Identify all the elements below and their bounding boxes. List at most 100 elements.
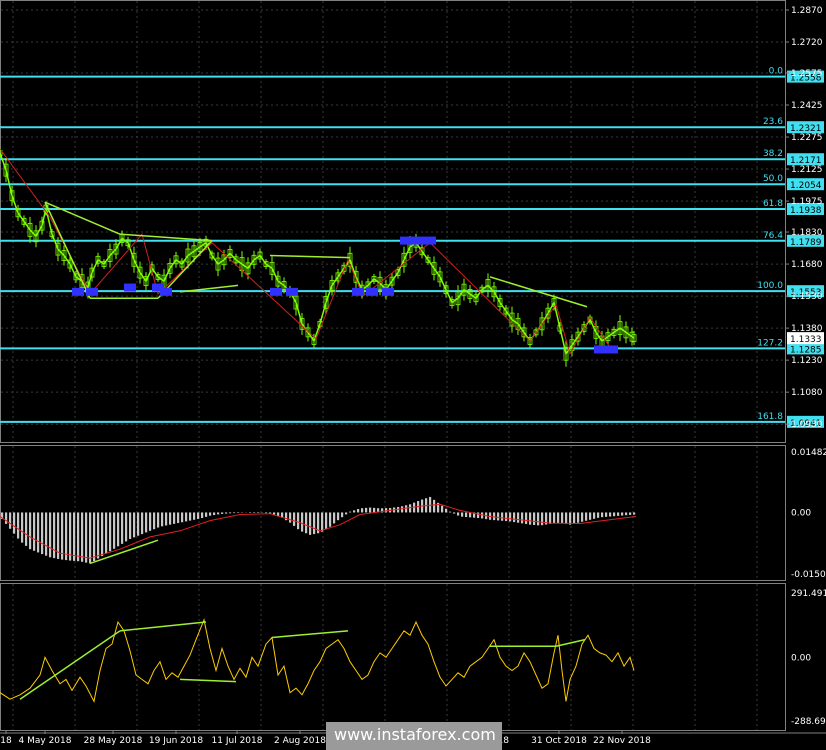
- macd-histogram-bar: [265, 512, 268, 514]
- macd-histogram-bar: [77, 512, 80, 562]
- macd-histogram-bar: [225, 512, 228, 514]
- macd-histogram-bar: [13, 512, 16, 534]
- macd-histogram-bar: [605, 512, 608, 517]
- macd-histogram-bar: [445, 508, 448, 513]
- macd-histogram-bar: [365, 507, 368, 513]
- macd-histogram-bar: [325, 512, 328, 530]
- fib-level-label: 100.0: [757, 281, 783, 291]
- cci-tick-label: 0.00: [791, 653, 811, 663]
- fib-price-label: 1.1789: [790, 238, 822, 248]
- level-marker: [160, 287, 172, 296]
- macd-histogram-bar: [333, 512, 336, 524]
- macd-histogram-bar: [45, 512, 48, 556]
- macd-histogram-bar: [337, 512, 340, 521]
- x-tick-label: 22 Nov 2018: [593, 736, 651, 746]
- macd-histogram-bar: [301, 512, 304, 532]
- cci-tick-label: 291.4917: [791, 589, 826, 599]
- macd-histogram-bar: [369, 507, 372, 513]
- macd-histogram-bar: [477, 512, 480, 518]
- macd-histogram-bar: [405, 505, 408, 513]
- macd-histogram-bar: [501, 512, 504, 521]
- macd-histogram-bar: [565, 512, 568, 525]
- macd-histogram-bar: [213, 512, 216, 516]
- macd-histogram-bar: [25, 512, 28, 546]
- macd-histogram-bar: [589, 512, 592, 520]
- macd-histogram-bar: [61, 512, 64, 560]
- macd-histogram-bar: [557, 512, 560, 524]
- macd-histogram-bar: [453, 512, 456, 514]
- cci-tick-label: -288.693: [791, 717, 826, 727]
- macd-histogram-bar: [197, 512, 200, 519]
- macd-histogram-bar: [105, 512, 108, 554]
- macd-histogram-bar: [593, 512, 596, 519]
- macd-histogram-bar: [357, 509, 360, 513]
- price-tick-label: 1.1975: [791, 197, 823, 207]
- fib-level-label: 0.0: [769, 67, 784, 77]
- macd-histogram-bar: [153, 512, 156, 530]
- fib-level-label: 61.8: [763, 199, 783, 209]
- fib-level-label: 38.2: [763, 149, 783, 159]
- macd-histogram-bar: [441, 505, 444, 513]
- level-marker: [352, 287, 364, 296]
- macd-histogram-bar: [89, 512, 92, 564]
- macd-histogram-bar: [361, 508, 364, 513]
- macd-tick-label: -0.01509: [791, 570, 826, 580]
- macd-histogram-bar: [149, 512, 152, 531]
- level-marker: [606, 345, 618, 354]
- macd-histogram-bar: [289, 512, 292, 523]
- x-tick-label: 28 May 2018: [84, 736, 143, 746]
- macd-histogram-bar: [73, 512, 76, 561]
- macd-histogram-bar: [21, 512, 24, 543]
- macd-histogram-bar: [157, 512, 160, 528]
- macd-histogram-bar: [49, 512, 52, 558]
- macd-histogram-bar: [181, 512, 184, 523]
- macd-histogram-bar: [9, 512, 12, 529]
- watermark-text: www.instaforex.com: [334, 725, 496, 744]
- level-marker: [412, 236, 424, 245]
- macd-histogram-bar: [429, 496, 432, 513]
- macd-histogram-bar: [177, 512, 180, 524]
- level-marker: [270, 287, 282, 296]
- macd-histogram-bar: [101, 512, 104, 557]
- macd-histogram-bar: [513, 512, 516, 523]
- macd-histogram-bar: [585, 512, 588, 521]
- fib-level-label: 23.6: [763, 117, 783, 127]
- price-tick-label: 1.1530: [791, 292, 823, 302]
- macd-histogram-bar: [257, 512, 260, 513]
- macd-histogram-bar: [601, 512, 604, 518]
- macd-histogram-bar: [533, 512, 536, 526]
- fib-level-label: 161.8: [757, 412, 783, 422]
- macd-histogram-bar: [117, 512, 120, 547]
- price-tick-label: 1.2870: [791, 6, 823, 16]
- fib-price-label: 1.1285: [790, 345, 822, 355]
- macd-histogram-bar: [253, 512, 256, 513]
- macd-histogram-bar: [65, 512, 68, 561]
- macd-histogram-bar: [537, 512, 540, 526]
- macd-histogram-bar: [53, 512, 56, 559]
- macd-histogram-bar: [569, 512, 572, 525]
- price-tick-label: 1.1680: [791, 260, 823, 270]
- forex-chart: 0.01.255823.61.232138.21.217150.01.20546…: [0, 0, 826, 750]
- macd-histogram-bar: [161, 512, 164, 527]
- price-tick-label: 1.2425: [791, 101, 823, 111]
- macd-histogram-bar: [209, 512, 212, 516]
- macd-histogram-bar: [581, 512, 584, 522]
- fib-level-label: 127.2: [757, 338, 783, 348]
- macd-histogram-bar: [433, 499, 436, 513]
- price-tick-label: 1.2125: [791, 165, 823, 175]
- macd-histogram-bar: [353, 510, 356, 513]
- macd-histogram-bar: [297, 512, 300, 530]
- macd-tick-label: 0.00: [791, 508, 811, 518]
- macd-histogram-bar: [129, 512, 132, 539]
- macd-histogram-bar: [409, 504, 412, 513]
- macd-histogram-bar: [165, 512, 168, 526]
- macd-histogram-bar: [173, 512, 176, 524]
- macd-histogram-bar: [577, 512, 580, 523]
- macd-histogram-bar: [553, 512, 556, 524]
- level-marker: [382, 287, 394, 296]
- macd-histogram-bar: [529, 512, 532, 525]
- macd-histogram-bar: [541, 512, 544, 526]
- macd-histogram-bar: [113, 512, 116, 549]
- price-tick-label: 1.1080: [791, 388, 823, 398]
- macd-histogram-bar: [505, 512, 508, 522]
